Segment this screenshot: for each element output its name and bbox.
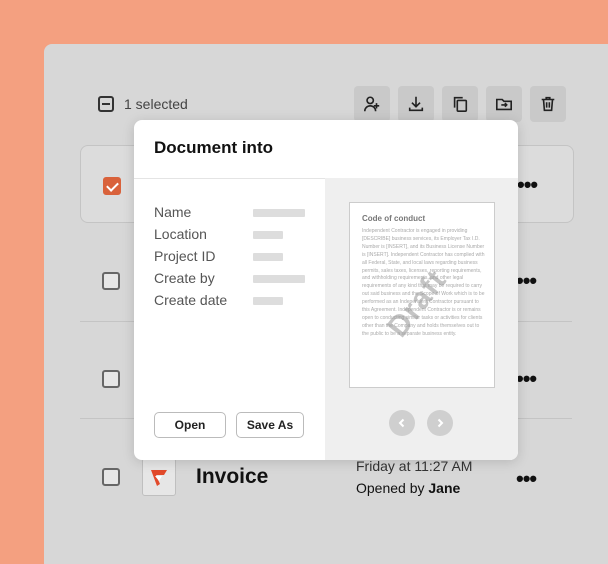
next-page-button[interactable] — [427, 410, 453, 436]
download-icon — [408, 96, 424, 112]
row-checkbox[interactable] — [103, 177, 121, 195]
value-placeholder — [253, 297, 283, 305]
move-to-folder-icon — [495, 98, 513, 111]
more-options-icon[interactable]: ••• — [516, 270, 537, 292]
deselect-checkbox[interactable] — [98, 96, 114, 112]
selection-count: 1 selected — [124, 96, 188, 112]
selection-toolbar: 1 selected — [44, 44, 608, 122]
trash-icon — [541, 96, 555, 112]
previous-page-button[interactable] — [389, 410, 415, 436]
more-options-icon[interactable]: ••• — [516, 468, 537, 490]
opened-by-user: Jane — [428, 480, 461, 496]
save-as-button[interactable]: Save As — [236, 412, 304, 438]
more-options-icon[interactable]: ••• — [516, 368, 537, 390]
chevron-right-icon — [437, 418, 444, 428]
more-options-icon[interactable]: ••• — [517, 174, 538, 196]
chevron-left-icon — [398, 418, 405, 428]
pdf-file-icon — [142, 458, 176, 496]
preview-page: Code of conduct Independent Contractor i… — [349, 202, 495, 388]
open-button[interactable]: Open — [154, 412, 226, 438]
opened-by-label: Opened by — [356, 480, 425, 496]
row-checkbox[interactable] — [102, 370, 120, 388]
property-project-id: Project ID — [154, 248, 283, 270]
copy-icon — [453, 96, 468, 113]
value-placeholder — [253, 231, 283, 239]
copy-button[interactable] — [442, 86, 478, 122]
value-placeholder — [253, 275, 305, 283]
property-create-date: Create date — [154, 292, 283, 314]
file-name[interactable]: Invoice — [196, 465, 268, 489]
modified-time: Friday at 11:27 AM — [356, 458, 473, 474]
property-create-by: Create by — [154, 270, 305, 292]
share-user-button[interactable] — [354, 86, 390, 122]
dialog-title: Document into — [154, 138, 273, 157]
add-user-icon — [363, 96, 380, 112]
row-checkbox[interactable] — [102, 468, 120, 486]
value-placeholder — [253, 253, 283, 261]
property-name: Name — [154, 204, 305, 226]
value-placeholder — [253, 209, 305, 217]
preview-doc-title: Code of conduct — [362, 214, 426, 223]
download-button[interactable] — [398, 86, 434, 122]
row-checkbox[interactable] — [102, 272, 120, 290]
property-list: Name Location Project ID Create by Creat… — [154, 204, 305, 314]
opened-by: Opened by Jane — [356, 480, 460, 496]
delete-button[interactable] — [530, 86, 566, 122]
document-preview: Code of conduct Independent Contractor i… — [325, 178, 518, 460]
property-location: Location — [154, 226, 283, 248]
move-button[interactable] — [486, 86, 522, 122]
document-info-dialog: Document into Name Location Project ID C… — [134, 120, 518, 460]
